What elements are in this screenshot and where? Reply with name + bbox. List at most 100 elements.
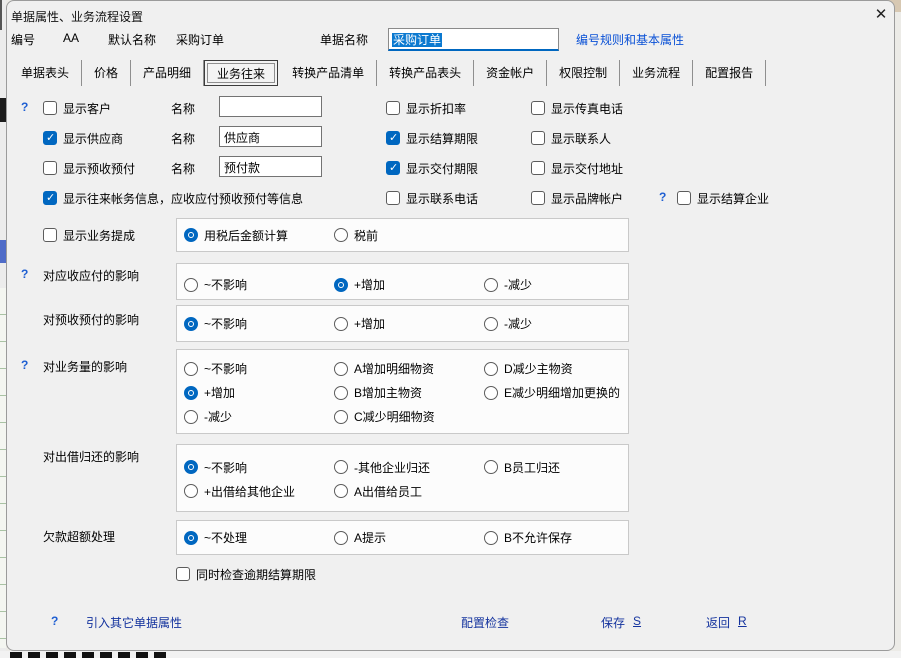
tab-fund-account[interactable]: 资金帐户	[474, 60, 547, 86]
checkbox-show-prepay[interactable]: 显示预收预付	[43, 156, 135, 180]
radio-label: D减少主物资	[504, 360, 573, 377]
radio-label: A增加明细物资	[354, 360, 434, 377]
checkbox-icon	[677, 191, 691, 205]
radio-no-handling[interactable]: ~不处理	[184, 526, 334, 550]
return-label: 返回	[706, 614, 730, 631]
debt-option-group: ~不处理 A提示 B不允许保存	[176, 520, 629, 555]
radio-icon	[334, 278, 348, 292]
checkbox-icon	[386, 191, 400, 205]
tab-price[interactable]: 价格	[82, 60, 131, 86]
config-check-link[interactable]: 配置检查	[461, 614, 509, 631]
radio-no-effect[interactable]: ~不影响	[184, 312, 334, 336]
radio-label: 用税后金额计算	[204, 227, 288, 244]
radio-add-detail-material[interactable]: A增加明细物资	[334, 357, 484, 381]
radio-label: C减少明细物资	[354, 408, 435, 425]
checkbox-show-discount[interactable]: 显示折扣率	[386, 96, 466, 120]
checkbox-show-commission[interactable]: 显示业务提成	[43, 223, 135, 247]
radio-increase[interactable]: +增加	[334, 312, 484, 336]
checkbox-show-settle-company[interactable]: 显示结算企业	[677, 186, 769, 210]
radio-no-effect[interactable]: ~不影响	[184, 455, 334, 479]
checkbox-label: 显示预收预付	[63, 160, 135, 177]
help-icon[interactable]: ?	[51, 614, 58, 628]
radio-label: ~不处理	[204, 529, 247, 546]
selected-text: 采购订单	[392, 33, 442, 47]
radio-label: E减少明细增加更换的	[504, 384, 620, 401]
radio-icon	[334, 386, 348, 400]
checkbox-icon	[531, 161, 545, 175]
numbering-rules-link[interactable]: 编号规则和基本属性	[576, 31, 684, 48]
customer-name-input[interactable]	[219, 96, 322, 117]
radio-icon	[484, 317, 498, 331]
radio-label: ~不影响	[204, 315, 247, 332]
return-shortcut-key: R	[738, 614, 747, 631]
radio-lend-to-other-company[interactable]: +出借给其他企业	[184, 479, 334, 503]
radio-decrease[interactable]: -减少	[184, 405, 334, 429]
radio-decrease[interactable]: -减少	[484, 312, 634, 336]
radio-icon	[184, 317, 198, 331]
checkbox-show-phone[interactable]: 显示联系电话	[386, 186, 478, 210]
default-name-value: 采购订单	[176, 31, 224, 48]
radio-add-main-material[interactable]: B增加主物资	[334, 381, 484, 405]
checkbox-show-contact[interactable]: 显示联系人	[531, 126, 611, 150]
help-icon[interactable]: ?	[659, 190, 666, 204]
radio-decrease[interactable]: -减少	[484, 273, 634, 297]
radio-icon	[484, 362, 498, 376]
supplier-name-input[interactable]: 供应商	[219, 126, 322, 147]
doc-name-input[interactable]: 采购订单	[388, 28, 559, 51]
radio-icon	[484, 278, 498, 292]
doc-name-label: 单据名称	[320, 31, 368, 48]
radio-forbid-save[interactable]: B不允许保存	[484, 526, 634, 550]
checkbox-label: 显示品牌帐户	[551, 190, 623, 207]
checkbox-label: 同时检查逾期结算期限	[196, 566, 316, 583]
radio-after-tax[interactable]: 用税后金额计算	[184, 223, 334, 247]
checkbox-show-supplier[interactable]: 显示供应商	[43, 126, 123, 150]
radio-label: +增加	[354, 276, 385, 293]
checkbox-show-fax[interactable]: 显示传真电话	[531, 96, 623, 120]
tab-permission-control[interactable]: 权限控制	[547, 60, 620, 86]
section-label-debt: 欠款超额处理	[43, 528, 115, 545]
checkbox-show-account-info[interactable]: 显示往来帐务信息，应收应付预收预付等信息	[43, 186, 303, 210]
save-button[interactable]: 保存 S	[601, 614, 641, 631]
radio-increase[interactable]: +增加	[184, 381, 334, 405]
radio-before-tax[interactable]: 税前	[334, 223, 484, 247]
radio-reduce-detail-material[interactable]: C减少明细物资	[334, 405, 484, 429]
checkbox-show-brand-account[interactable]: 显示品牌帐户	[531, 186, 623, 210]
tab-business-flow[interactable]: 业务流程	[620, 60, 693, 86]
prepay-name-input[interactable]: 预付款	[219, 156, 322, 177]
tab-convert-product-list[interactable]: 转换产品清单	[280, 60, 377, 86]
code-value: AA	[63, 31, 79, 45]
checkbox-label: 显示往来帐务信息，应收应付预收预付等信息	[63, 190, 303, 207]
radio-reduce-main-material[interactable]: D减少主物资	[484, 357, 634, 381]
checkbox-icon	[531, 191, 545, 205]
radio-label: -其他企业归还	[354, 459, 430, 476]
help-icon[interactable]: ?	[21, 267, 28, 281]
radio-reduce-detail-add-replaced[interactable]: E减少明细增加更换的	[484, 381, 634, 405]
checkbox-icon	[531, 101, 545, 115]
radio-employee-return[interactable]: B员工归还	[484, 455, 634, 479]
tab-business-relations[interactable]: 业务往来	[204, 60, 278, 86]
return-button[interactable]: 返回 R	[706, 614, 747, 631]
radio-label: +增加	[354, 315, 385, 332]
checkbox-show-settle-term[interactable]: 显示结算期限	[386, 126, 478, 150]
radio-increase[interactable]: +增加	[334, 273, 484, 297]
checkbox-show-delivery-addr[interactable]: 显示交付地址	[531, 156, 623, 180]
import-other-doc-attrs-link[interactable]: 引入其它单据属性	[86, 614, 182, 631]
help-icon[interactable]: ?	[21, 358, 28, 372]
tab-product-detail[interactable]: 产品明细	[131, 60, 204, 86]
checkbox-show-delivery-term[interactable]: 显示交付期限	[386, 156, 478, 180]
checkbox-label: 显示联系电话	[406, 190, 478, 207]
checkbox-icon	[386, 101, 400, 115]
radio-prompt[interactable]: A提示	[334, 526, 484, 550]
tab-config-report[interactable]: 配置报告	[693, 60, 766, 86]
tab-doc-header[interactable]: 单据表头	[9, 60, 82, 86]
radio-no-effect[interactable]: ~不影响	[184, 273, 334, 297]
radio-no-effect[interactable]: ~不影响	[184, 357, 334, 381]
checkbox-show-customer[interactable]: 显示客户	[43, 96, 111, 120]
section-label-impact-lend: 对出借归还的影响	[43, 448, 139, 465]
help-icon[interactable]: ?	[21, 100, 28, 114]
checkbox-check-overdue-settle-term[interactable]: 同时检查逾期结算期限	[176, 562, 316, 586]
close-icon[interactable]: ✕	[869, 4, 893, 26]
tab-convert-product-header[interactable]: 转换产品表头	[377, 60, 474, 86]
radio-lend-to-employee[interactable]: A出借给员工	[334, 479, 484, 503]
radio-other-company-return[interactable]: -其他企业归还	[334, 455, 484, 479]
